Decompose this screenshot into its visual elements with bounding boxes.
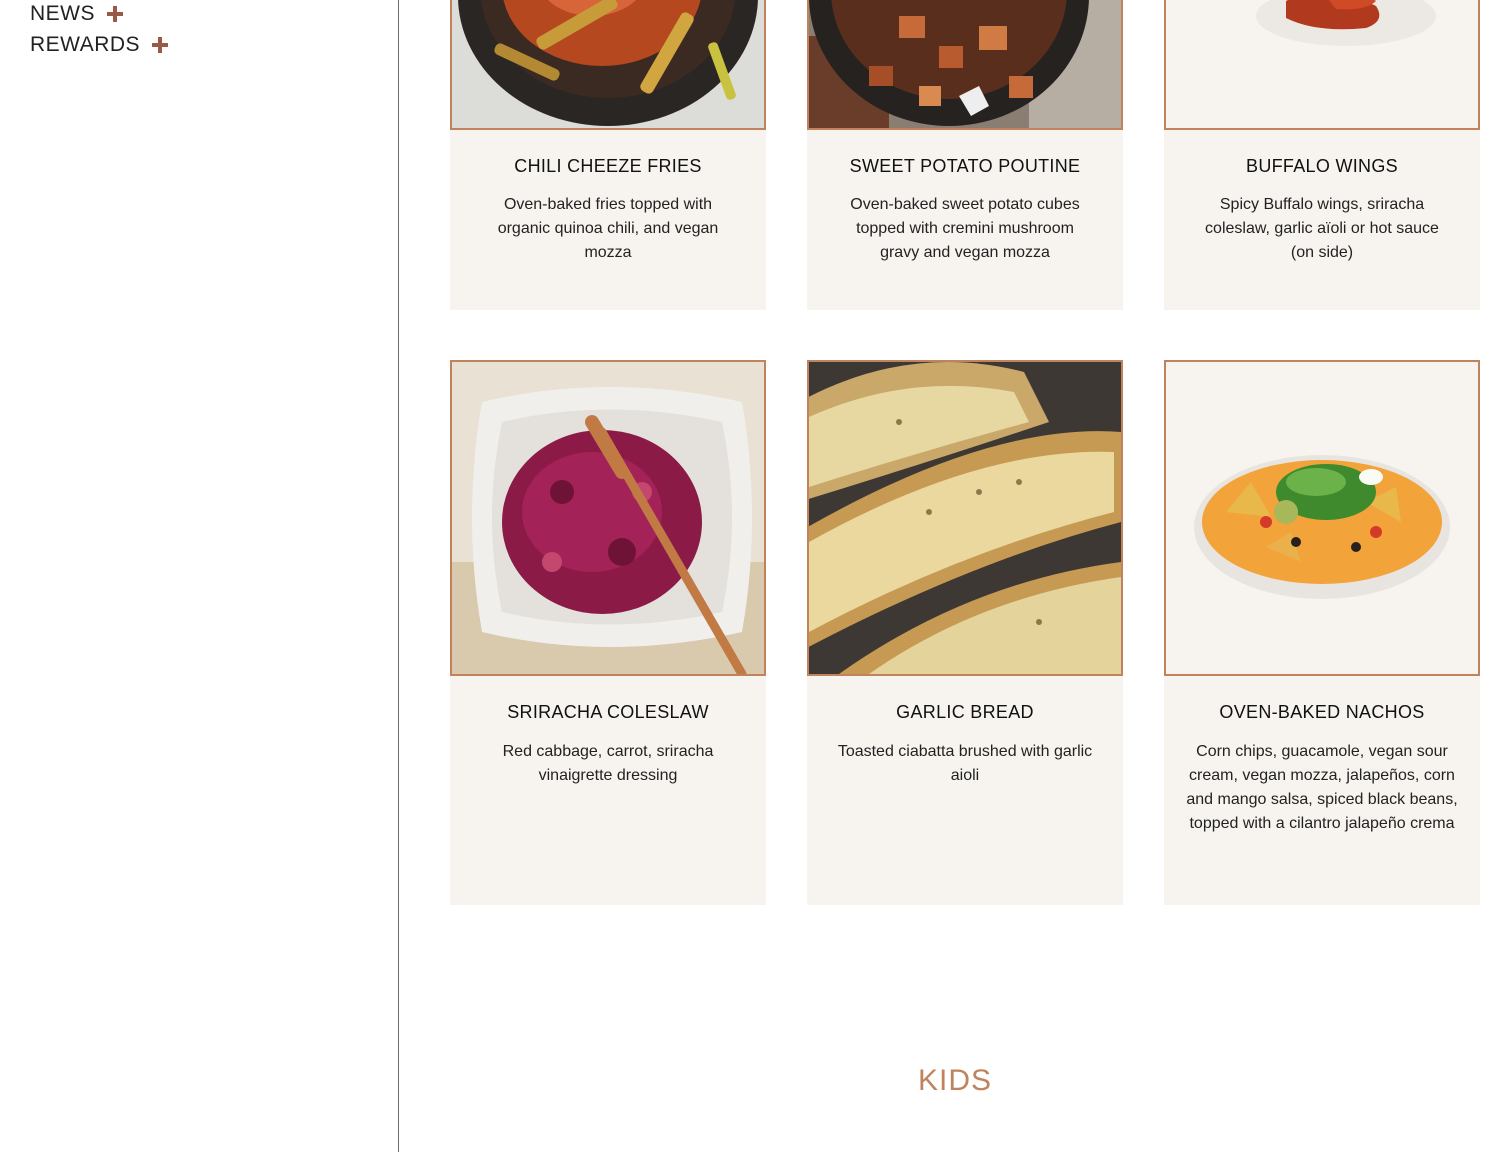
menu-card-buffalo-wings[interactable]: BUFFALO WINGS Spicy Buffalo wings, srira… xyxy=(1164,0,1480,310)
item-description: Oven-baked sweet potato cubes topped wit… xyxy=(850,196,1080,261)
menu-card-chili-cheeze-fries[interactable]: CHILI CHEEZE FRIES Oven-baked fries topp… xyxy=(450,0,766,310)
item-title: SWEET POTATO POUTINE xyxy=(849,156,1081,176)
food-photo xyxy=(807,360,1123,676)
menu-card-sriracha-coleslaw[interactable]: SRIRACHA COLESLAW Red cabbage, carrot, s… xyxy=(450,360,766,905)
item-description: Corn chips, guacamole, vegan sour cream,… xyxy=(1186,743,1458,832)
food-photo xyxy=(1164,360,1480,676)
item-description: Red cabbage, carrot, sriracha vinaigrett… xyxy=(502,743,714,784)
sidebar-item-label: REWARDS xyxy=(30,33,141,56)
sidebar-item-rewards[interactable]: REWARDS xyxy=(30,33,169,57)
item-title: GARLIC BREAD xyxy=(896,702,1034,722)
sidebar-item-news[interactable]: NEWS xyxy=(30,2,123,26)
item-title: BUFFALO WINGS xyxy=(1246,156,1398,176)
item-description: Oven-baked fries topped with organic qui… xyxy=(497,196,719,261)
section-title-kids: KIDS xyxy=(917,1064,993,1097)
plus-icon[interactable] xyxy=(152,37,169,53)
item-title: OVEN-BAKED NACHOS xyxy=(1219,702,1425,722)
food-photo xyxy=(450,360,766,676)
food-photo xyxy=(450,0,766,130)
menu-card-garlic-bread[interactable]: GARLIC BREAD Toasted ciabatta brushed wi… xyxy=(807,360,1123,905)
food-photo xyxy=(807,0,1123,130)
menu-card-oven-baked-nachos[interactable]: OVEN-BAKED NACHOS Corn chips, guacamole,… xyxy=(1164,360,1480,905)
item-description: Toasted ciabatta brushed with garlic aio… xyxy=(837,743,1093,784)
plus-icon[interactable] xyxy=(107,6,123,22)
food-photo xyxy=(1164,0,1480,130)
item-description: Spicy Buffalo wings, sriracha coleslaw, … xyxy=(1205,196,1439,261)
sidebar: NEWS REWARDS xyxy=(0,0,399,1152)
menu-card-sweet-potato-poutine[interactable]: SWEET POTATO POUTINE Oven-baked sweet po… xyxy=(807,0,1123,310)
page: NEWS REWARDS CHILI CHEEZE FRIES Oven-bak… xyxy=(0,0,1510,1152)
item-title: SRIRACHA COLESLAW xyxy=(507,702,709,722)
sidebar-item-label: NEWS xyxy=(30,2,95,25)
item-title: CHILI CHEEZE FRIES xyxy=(514,156,702,176)
